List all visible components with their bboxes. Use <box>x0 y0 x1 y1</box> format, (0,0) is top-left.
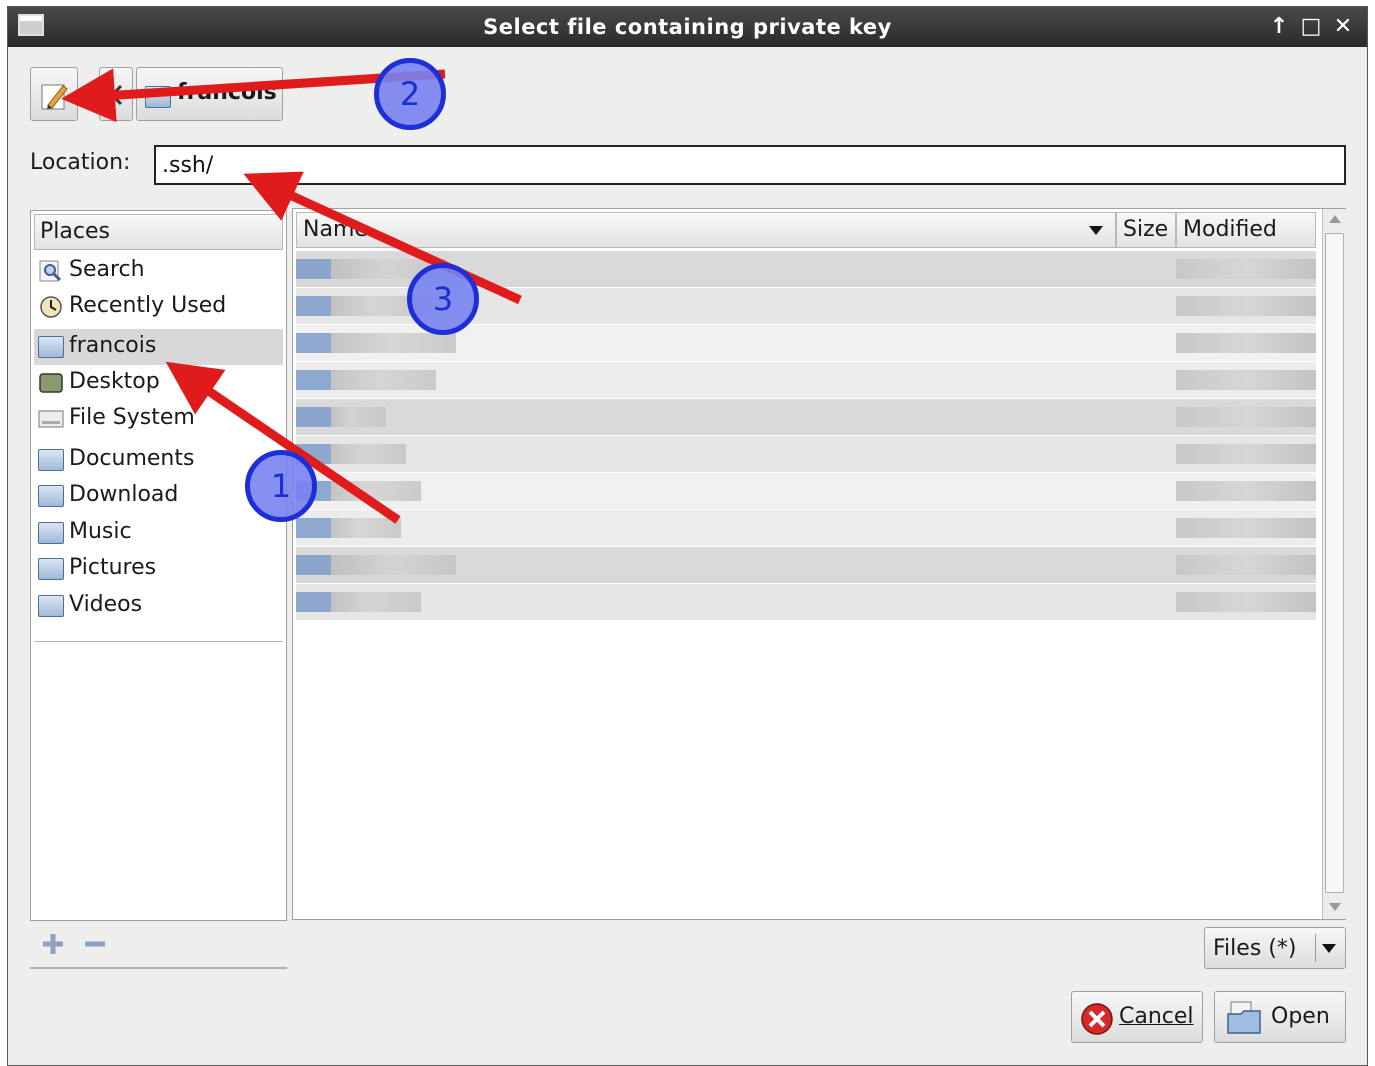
file-type-filter[interactable]: Files (*) <box>1204 927 1346 969</box>
redacted-modified-date <box>1176 444 1316 464</box>
folder-icon <box>38 558 64 580</box>
places-sidebar: Places Search Recently Used francois Des… <box>30 210 287 921</box>
sidebar-item-label: File System <box>69 405 195 430</box>
file-row[interactable] <box>296 510 1316 546</box>
folder-icon <box>38 522 64 544</box>
chevron-left-icon <box>109 84 123 106</box>
redacted-filename <box>296 444 406 464</box>
redacted-modified-date <box>1176 481 1316 501</box>
scroll-up-icon <box>1329 215 1341 223</box>
redacted-filename <box>296 370 436 390</box>
file-row[interactable] <box>296 399 1316 435</box>
sidebar-item-label: Videos <box>69 592 143 617</box>
drive-icon <box>38 410 64 428</box>
column-name-label: Name <box>303 217 368 242</box>
sidebar-item-label: Recently Used <box>69 293 227 318</box>
sidebar-item-label: Music <box>69 519 132 544</box>
home-folder-icon <box>145 86 171 108</box>
callout-badge-1: 1 <box>245 450 317 522</box>
column-header-name[interactable]: Name <box>296 212 1116 248</box>
sidebar-item-file-system[interactable]: File System <box>34 401 283 437</box>
file-row[interactable] <box>296 436 1316 472</box>
cancel-button[interactable]: Cancel <box>1071 991 1203 1043</box>
minus-icon <box>85 941 105 947</box>
open-button-label: Open <box>1271 1004 1330 1029</box>
path-button-label: francois <box>177 80 277 105</box>
title-bar[interactable]: Select file containing private key ↑ □ ✕ <box>8 7 1367 47</box>
redacted-modified-date <box>1176 555 1316 575</box>
sidebar-item-documents[interactable]: Documents <box>34 442 283 478</box>
sidebar-item-francois[interactable]: francois <box>34 329 283 365</box>
redacted-filename <box>296 407 386 427</box>
places-column-header[interactable]: Places <box>34 214 283 250</box>
home-folder-icon <box>38 336 64 358</box>
redacted-modified-date <box>1176 370 1316 390</box>
folder-icon <box>38 595 64 617</box>
add-bookmark-button[interactable] <box>40 931 66 957</box>
file-chooser-dialog: Select file containing private key ↑ □ ✕… <box>7 6 1368 1066</box>
file-row[interactable] <box>296 547 1316 583</box>
redacted-filename <box>296 333 456 353</box>
sidebar-item-search[interactable]: Search <box>34 253 283 289</box>
pencil-icon <box>41 84 68 110</box>
sidebar-bottom-divider <box>30 967 287 969</box>
sidebar-item-label: Pictures <box>69 555 157 580</box>
sidebar-item-desktop[interactable]: Desktop <box>34 365 283 401</box>
column-header-modified[interactable]: Modified <box>1176 212 1316 248</box>
file-row[interactable] <box>296 584 1316 620</box>
redacted-modified-date <box>1176 592 1316 612</box>
redacted-filename <box>296 518 401 538</box>
restore-button[interactable]: □ <box>1298 13 1324 41</box>
scrollbar-thumb[interactable] <box>1325 233 1344 893</box>
window-title: Select file containing private key <box>483 15 892 39</box>
path-back-button[interactable] <box>99 67 133 121</box>
location-input[interactable] <box>154 145 1346 185</box>
filter-separator <box>1315 934 1316 962</box>
desktop-icon <box>39 373 63 393</box>
path-button-francois[interactable]: francois <box>136 67 283 121</box>
redacted-filename <box>296 555 456 575</box>
close-button[interactable]: ✕ <box>1330 13 1356 41</box>
sidebar-item-label: Desktop <box>69 369 160 394</box>
chevron-down-icon <box>1322 944 1336 953</box>
cancel-button-label: Cancel <box>1119 1004 1194 1029</box>
location-label: Location: <box>30 150 131 175</box>
file-row[interactable] <box>296 362 1316 398</box>
sidebar-item-videos[interactable]: Videos <box>34 588 283 624</box>
folder-icon <box>38 485 64 507</box>
filter-selected-label: Files (*) <box>1213 936 1297 961</box>
redacted-modified-date <box>1176 259 1316 279</box>
open-button[interactable]: Open <box>1214 991 1346 1043</box>
callout-badge-2: 2 <box>374 58 446 130</box>
sidebar-item-label: Search <box>69 257 145 282</box>
file-row[interactable] <box>296 473 1316 509</box>
plus-icon <box>43 934 63 954</box>
scroll-down-icon <box>1329 903 1341 911</box>
sidebar-item-label: francois <box>69 333 157 358</box>
open-folder-icon <box>1227 1001 1261 1034</box>
vertical-scrollbar[interactable] <box>1322 209 1346 919</box>
sidebar-item-pictures[interactable]: Pictures <box>34 551 283 587</box>
sidebar-item-label: Documents <box>69 446 195 471</box>
type-filename-toggle-button[interactable] <box>30 67 78 121</box>
remove-bookmark-button[interactable] <box>82 931 108 957</box>
sidebar-item-recently-used[interactable]: Recently Used <box>34 289 283 325</box>
callout-badge-3: 3 <box>407 263 479 335</box>
redacted-modified-date <box>1176 518 1316 538</box>
maximize-up-icon[interactable]: ↑ <box>1266 13 1292 41</box>
cancel-icon <box>1081 1003 1113 1035</box>
sidebar-item-music[interactable]: Music <box>34 515 283 551</box>
redacted-modified-date <box>1176 407 1316 427</box>
folder-icon <box>38 449 64 471</box>
search-icon <box>39 260 62 282</box>
redacted-modified-date <box>1176 333 1316 353</box>
sidebar-item-label: Download <box>69 482 179 507</box>
redacted-filename <box>296 592 421 612</box>
places-divider <box>34 641 283 642</box>
redacted-modified-date <box>1176 296 1316 316</box>
sort-down-icon <box>1089 226 1103 235</box>
column-header-size[interactable]: Size <box>1116 212 1176 248</box>
clock-icon <box>40 296 62 318</box>
